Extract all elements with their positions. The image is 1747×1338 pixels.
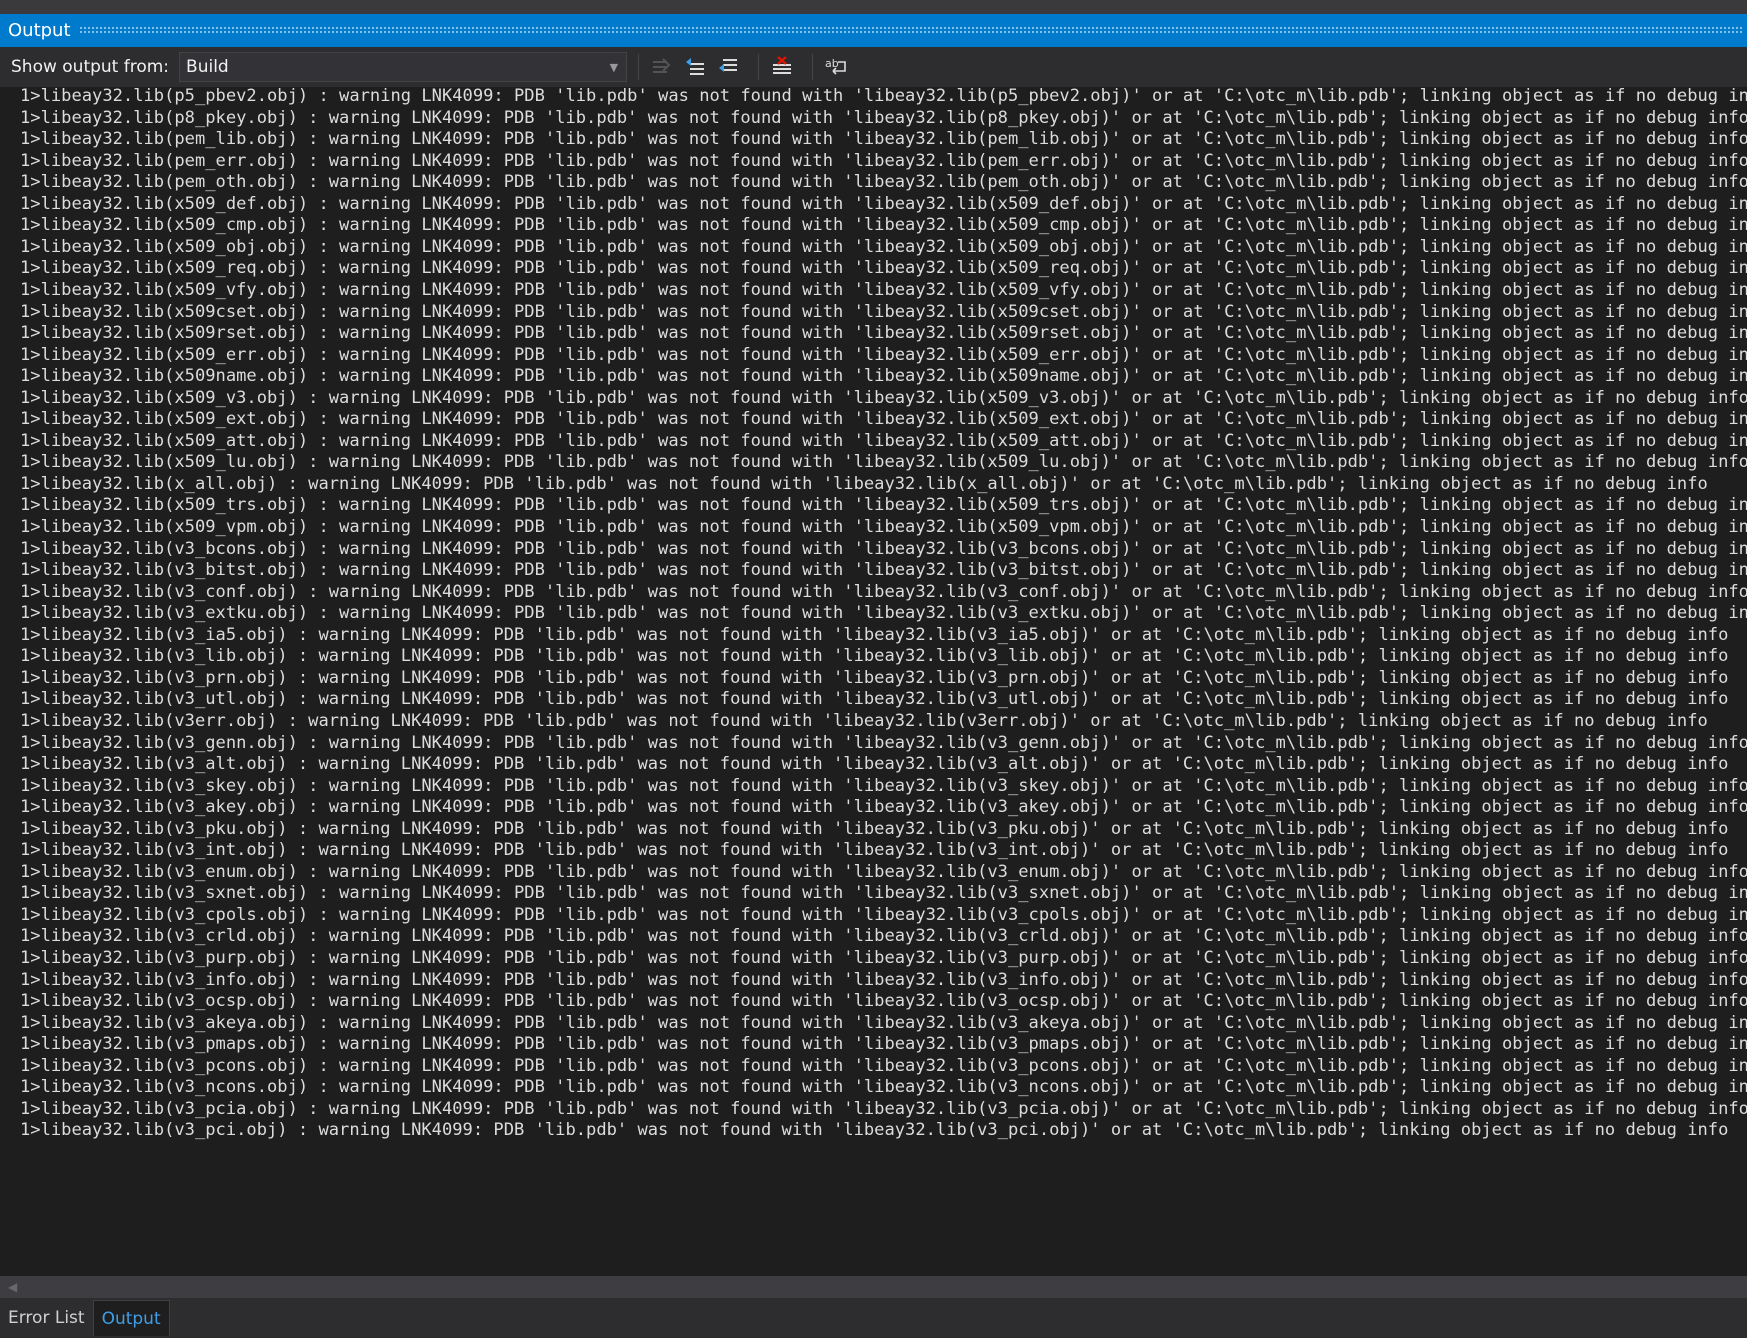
output-line: 1>libeay32.lib(x509_ext.obj) : warning L… [20, 409, 1747, 430]
output-line: 1>libeay32.lib(v3_cpols.obj) : warning L… [20, 904, 1747, 925]
output-line: 1>libeay32.lib(v3_skey.obj) : warning LN… [20, 775, 1747, 796]
output-line: 1>libeay32.lib(v3_genn.obj) : warning LN… [20, 732, 1747, 753]
output-line: 1>libeay32.lib(v3_akey.obj) : warning LN… [20, 797, 1747, 818]
output-line: 1>libeay32.lib(p8_pkey.obj) : warning LN… [20, 107, 1747, 128]
output-line: 1>libeay32.lib(x509_err.obj) : warning L… [20, 344, 1747, 365]
output-line: 1>libeay32.lib(x509_lu.obj) : warning LN… [20, 452, 1747, 473]
output-line: 1>libeay32.lib(x509_req.obj) : warning L… [20, 258, 1747, 279]
find-message-icon [653, 58, 671, 73]
drag-grip[interactable] [78, 26, 1743, 35]
clear-all-button[interactable] [768, 53, 796, 81]
toolbar-separator [638, 54, 640, 80]
window-top-strip [0, 0, 1747, 14]
output-source-dropdown[interactable]: Build ▼ [179, 52, 628, 82]
toolbar-separator [758, 54, 760, 80]
go-to-previous-message-button[interactable] [681, 53, 709, 81]
output-line: 1>libeay32.lib(v3_bcons.obj) : warning L… [20, 538, 1747, 559]
output-line: 1>libeay32.lib(v3_bitst.obj) : warning L… [20, 560, 1747, 581]
output-line: 1>libeay32.lib(v3_pcons.obj) : warning L… [20, 1055, 1747, 1076]
go-to-next-message-button[interactable] [714, 53, 742, 81]
output-line: 1>libeay32.lib(pem_oth.obj) : warning LN… [20, 172, 1747, 193]
output-source-value: Build [186, 57, 229, 77]
output-line: 1>libeay32.lib(v3_crld.obj) : warning LN… [20, 926, 1747, 947]
toggle-word-wrap-button[interactable]: ab [822, 53, 850, 81]
output-line: 1>libeay32.lib(pem_err.obj) : warning LN… [20, 150, 1747, 171]
output-line: 1>libeay32.lib(v3_enum.obj) : warning LN… [20, 861, 1747, 882]
output-line: 1>libeay32.lib(v3_purp.obj) : warning LN… [20, 948, 1747, 968]
output-line: 1>libeay32.lib(v3_extku.obj) : warning L… [20, 603, 1747, 624]
output-line: 1>libeay32.lib(v3_utl.obj) : warning LNK… [20, 689, 1729, 710]
output-line: 1>libeay32.lib(x509_obj.obj) : warning L… [20, 236, 1747, 257]
output-line: 1>libeay32.lib(v3_sxnet.obj) : warning L… [20, 883, 1747, 904]
go-to-previous-message-icon [686, 58, 705, 75]
output-toolbar: Show output from: Build ▼ ab [0, 47, 1747, 87]
output-line: 1>libeay32.lib(v3_prn.obj) : warning LNK… [20, 667, 1729, 688]
output-line: 1>libeay32.lib(x_all.obj) : warning LNK4… [20, 473, 1708, 494]
output-line: 1>libeay32.lib(v3_pci.obj) : warning LNK… [20, 1120, 1729, 1141]
tab-error-list[interactable]: Error List [0, 1300, 93, 1336]
output-line: 1>libeay32.lib(x509_cmp.obj) : warning L… [20, 215, 1747, 236]
go-to-next-message-icon [719, 59, 738, 72]
bottom-tab-bar: Error List Output [0, 1298, 1747, 1338]
horizontal-scrollbar[interactable]: ◀ [0, 1276, 1747, 1298]
show-output-from-label: Show output from: [11, 57, 170, 77]
output-line: 1>libeay32.lib(x509_def.obj) : warning L… [20, 193, 1747, 214]
output-line: 1>libeay32.lib(v3_ocsp.obj) : warning LN… [20, 991, 1747, 1012]
clear-all-icon [773, 56, 792, 74]
output-line: 1>libeay32.lib(v3_pku.obj) : warning LNK… [20, 818, 1729, 839]
panel-title: Output [8, 20, 71, 41]
output-line: 1>libeay32.lib(v3_akeya.obj) : warning L… [20, 1012, 1747, 1033]
output-line: 1>libeay32.lib(v3_pcia.obj) : warning LN… [20, 1098, 1747, 1119]
output-line: 1>libeay32.lib(x509name.obj) : warning L… [20, 366, 1747, 387]
output-line: 1>libeay32.lib(pem_lib.obj) : warning LN… [20, 129, 1747, 150]
output-line: 1>libeay32.lib(x509_att.obj) : warning L… [20, 430, 1747, 451]
output-line: 1>libeay32.lib(v3_ia5.obj) : warning LNK… [20, 624, 1729, 645]
output-line: 1>libeay32.lib(v3_pmaps.obj) : warning L… [20, 1034, 1747, 1055]
output-line: 1>libeay32.lib(x509_v3.obj) : warning LN… [20, 387, 1747, 408]
scroll-left-arrow-icon[interactable]: ◀ [0, 1280, 17, 1294]
output-line: 1>libeay32.lib(v3_lib.obj) : warning LNK… [20, 646, 1729, 667]
svg-text:ab: ab [825, 57, 839, 70]
output-line: 1>libeay32.lib(v3err.obj) : warning LNK4… [20, 710, 1708, 731]
find-message-button[interactable] [648, 53, 676, 81]
output-line: 1>libeay32.lib(v3_alt.obj) : warning LNK… [20, 754, 1729, 775]
toolbar-separator [812, 54, 814, 80]
output-line: 1>libeay32.lib(v3_info.obj) : warning LN… [20, 969, 1747, 990]
output-window: Output Show output from: Build ▼ ab 1>li… [0, 0, 1747, 1338]
output-line: 1>libeay32.lib(x509rset.obj) : warning L… [20, 323, 1747, 344]
tab-output[interactable]: Output [92, 1300, 170, 1336]
output-line: 1>libeay32.lib(x509_trs.obj) : warning L… [20, 495, 1747, 516]
chevron-down-icon: ▼ [609, 60, 619, 74]
output-title-bar[interactable]: Output [0, 14, 1747, 47]
output-line: 1>libeay32.lib(x509_vpm.obj) : warning L… [20, 517, 1747, 537]
toggle-word-wrap-icon: ab [825, 57, 846, 75]
output-line: 1>libeay32.lib(v3_ncons.obj) : warning L… [20, 1077, 1747, 1098]
output-text-area[interactable]: 1>libeay32.lib(p5_pbev2.obj) : warning L… [0, 87, 1747, 1276]
output-line: 1>libeay32.lib(v3_int.obj) : warning LNK… [20, 840, 1729, 861]
output-line: 1>libeay32.lib(x509cset.obj) : warning L… [20, 301, 1747, 322]
output-line: 1>libeay32.lib(v3_conf.obj) : warning LN… [20, 581, 1747, 602]
output-line: 1>libeay32.lib(x509_vfy.obj) : warning L… [20, 279, 1747, 300]
